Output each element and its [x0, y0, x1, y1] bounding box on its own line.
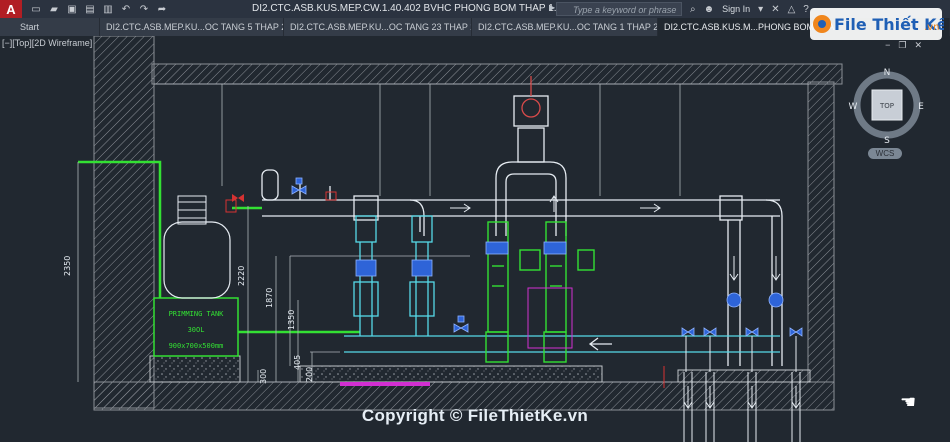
quick-access-toolbar: ▭ ▰ ▣ ▤ ▥ ↶ ↷ ➦: [22, 0, 168, 18]
compass-north[interactable]: N: [884, 68, 891, 78]
dim-1350: 1350: [287, 310, 296, 330]
copyright-watermark: Copyright © FileThietKe.vn: [361, 406, 589, 425]
search-input[interactable]: [556, 2, 682, 16]
drawing-viewport[interactable]: [−][Top][2D Wireframe] − ❐ ✕ PRIMMING TA…: [0, 36, 950, 442]
open-icon[interactable]: ▰: [48, 4, 60, 15]
share-icon[interactable]: ➦: [156, 4, 168, 15]
tab-tang-1[interactable]: DI2.CTC.ASB.MEP.KU...OC TANG 1 THAP 2*✕: [472, 18, 658, 36]
app-menu-button[interactable]: A: [0, 0, 22, 18]
dim-200: 200: [305, 367, 314, 382]
titlebar-right-tools: ⌕ ☻ Sign In ▾ ✕ △ ?: [690, 2, 809, 16]
tank-label-2: 30OL: [188, 326, 205, 334]
tab-tang-5[interactable]: DI2.CTC.ASB.MEP.KU...OC TANG 5 THAP 2*✕: [100, 18, 284, 36]
search-icon: ▶: [549, 3, 556, 12]
saveas-icon[interactable]: ▤: [84, 4, 96, 15]
tab-tang-23[interactable]: DI2.CTC.ASB.MEP.KU...OC TANG 23 THAP 2*✕: [284, 18, 472, 36]
tab-label: DI2.CTC.ASB.MEP.KU...OC TANG 1 THAP 2*: [478, 22, 658, 32]
new-icon[interactable]: ▭: [30, 4, 42, 15]
save-icon[interactable]: ▣: [66, 4, 78, 15]
tab-label: Start: [20, 22, 40, 32]
tank-label-3: 900x700x500mm: [169, 342, 224, 350]
brand-suffix: .vn: [924, 22, 939, 33]
dim-2350: 2350: [63, 256, 72, 276]
print-icon[interactable]: ▥: [102, 4, 114, 15]
tab-label: DI2.CTC.ASB.MEP.KU...OC TANG 5 THAP 2*: [106, 22, 284, 32]
binoculars-icon[interactable]: ⌕: [690, 4, 696, 15]
sign-in-button[interactable]: Sign In: [722, 4, 750, 14]
brand-logo: File Thiết Kế .vn: [810, 8, 944, 40]
wcs-menu-button[interactable]: WCS: [868, 148, 902, 159]
cart-icon[interactable]: ▾: [758, 4, 763, 15]
user-icon[interactable]: ☻: [704, 4, 715, 15]
undo-icon[interactable]: ↶: [120, 4, 132, 15]
tank-label-1: PRIMMING TANK: [169, 310, 225, 318]
dim-2220: 2220: [237, 266, 246, 286]
compass-east[interactable]: E: [918, 102, 924, 112]
viewport-controls-label[interactable]: [−][Top][2D Wireframe]: [2, 38, 92, 48]
dim-405: 405: [293, 355, 302, 370]
tab-start[interactable]: Start: [0, 18, 100, 36]
redo-icon[interactable]: ↷: [138, 4, 150, 15]
a360-icon[interactable]: △: [788, 4, 796, 15]
cad-drawing: PRIMMING TANK 30OL 900x700x500mm 2350 22…: [63, 36, 843, 442]
discharge-header: [261, 76, 783, 366]
viewcube[interactable]: TOP N S E W: [848, 66, 926, 144]
viewcube-face[interactable]: TOP: [879, 102, 894, 110]
exchange-icon[interactable]: ✕: [771, 4, 779, 15]
compass-west[interactable]: W: [849, 102, 858, 112]
priming-tank: PRIMMING TANK 30OL 900x700x500mm: [153, 195, 239, 357]
document-title: DI2.CTC.ASB.KUS.MEP.CW.1.40.402 BVHC PHO…: [252, 3, 575, 14]
dim-1870: 1870: [265, 288, 274, 308]
dim-300: 300: [259, 369, 268, 384]
tab-label: DI2.CTC.ASB.MEP.KU...OC TANG 23 THAP 2*: [290, 22, 472, 32]
compass-south[interactable]: S: [884, 136, 890, 144]
valves: [291, 177, 803, 337]
pan-cursor-icon: ☚: [900, 392, 917, 412]
